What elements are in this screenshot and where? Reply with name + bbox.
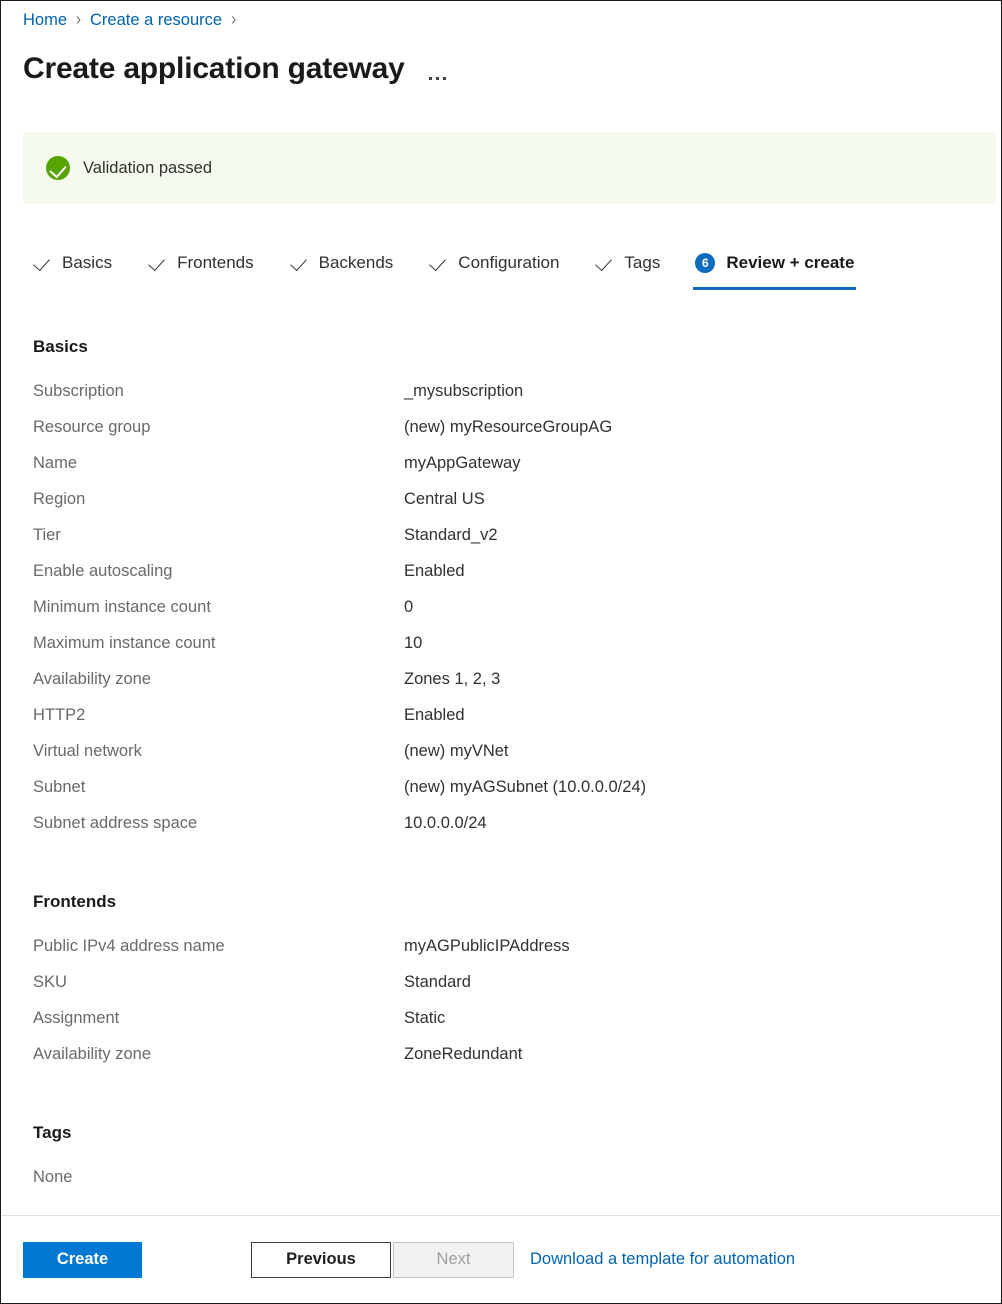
check-icon <box>594 253 614 273</box>
summary-row-minimum-instance-count: Minimum instance count 0 <box>33 596 973 632</box>
next-button: Next <box>393 1242 514 1278</box>
validation-message: Validation passed <box>83 157 212 179</box>
row-value: (new) myResourceGroupAG <box>404 416 612 438</box>
check-icon <box>428 253 448 273</box>
row-value: 10.0.0.0/24 <box>404 812 487 834</box>
summary-row-maximum-instance-count: Maximum instance count 10 <box>33 632 973 668</box>
tab-tags[interactable]: Tags <box>592 244 662 282</box>
summary-row-frontend-availability-zone: Availability zone ZoneRedundant <box>33 1043 973 1079</box>
breadcrumb-item-create-a-resource[interactable]: Create a resource <box>90 9 222 31</box>
tab-label: Configuration <box>458 251 559 275</box>
active-tab-underline <box>693 287 856 290</box>
footer-action-bar: Create Previous Next Download a template… <box>1 1216 1001 1303</box>
row-value: Static <box>404 1007 445 1029</box>
check-icon <box>147 253 167 273</box>
breadcrumb-item-home[interactable]: Home <box>23 9 67 31</box>
breadcrumb-separator-icon: › <box>231 6 236 34</box>
step-number-badge: 6 <box>695 253 715 273</box>
summary-row-enable-autoscaling: Enable autoscaling Enabled <box>33 560 973 596</box>
row-label: Name <box>33 452 404 474</box>
row-label: Subnet <box>33 776 404 798</box>
tab-label: Backends <box>319 251 394 275</box>
row-value: Zones 1, 2, 3 <box>404 668 500 690</box>
summary-row-virtual-network: Virtual network (new) myVNet <box>33 740 973 776</box>
summary-row-region: Region Central US <box>33 488 973 524</box>
tab-label: Frontends <box>177 251 254 275</box>
check-icon <box>32 253 52 273</box>
tab-review-create[interactable]: 6 Review + create <box>693 244 856 282</box>
row-label: SKU <box>33 971 404 993</box>
wizard-tabs: Basics Frontends Backends Configuration … <box>30 244 856 290</box>
check-icon <box>289 253 309 273</box>
page-title: Create application gateway <box>23 49 405 89</box>
row-label: Availability zone <box>33 668 404 690</box>
tab-label: Review + create <box>726 251 854 275</box>
row-value: myAppGateway <box>404 452 520 474</box>
summary-row-assignment: Assignment Static <box>33 1007 973 1043</box>
summary-row-subscription: Subscription _mysubscription <box>33 380 973 416</box>
row-label: Resource group <box>33 416 404 438</box>
section-heading: Tags <box>33 1121 973 1145</box>
title-row: Create application gateway <box>23 49 446 89</box>
row-label: Tier <box>33 524 404 546</box>
summary-row-subnet: Subnet (new) myAGSubnet (10.0.0.0/24) <box>33 776 973 812</box>
breadcrumb: Home › Create a resource › <box>23 9 236 31</box>
row-label: Subnet address space <box>33 812 404 834</box>
tags-empty-text: None <box>33 1166 973 1188</box>
row-value: Standard_v2 <box>404 524 498 546</box>
ellipsis-menu-icon[interactable] <box>429 52 446 86</box>
breadcrumb-separator-icon: › <box>76 6 81 34</box>
row-value: Enabled <box>404 704 465 726</box>
summary-row-tier: Tier Standard_v2 <box>33 524 973 560</box>
section-heading: Frontends <box>33 890 973 914</box>
row-value: Central US <box>404 488 485 510</box>
row-label: Virtual network <box>33 740 404 762</box>
download-template-link[interactable]: Download a template for automation <box>530 1250 795 1269</box>
section-tags: Tags None <box>33 1121 973 1188</box>
create-application-gateway-page: Home › Create a resource › Create applic… <box>0 0 1002 1304</box>
row-value: ZoneRedundant <box>404 1043 522 1065</box>
row-label: Subscription <box>33 380 404 402</box>
row-label: Public IPv4 address name <box>33 935 404 957</box>
summary-row-subnet-address-space: Subnet address space 10.0.0.0/24 <box>33 812 973 848</box>
summary-row-availability-zone: Availability zone Zones 1, 2, 3 <box>33 668 973 704</box>
tab-label: Basics <box>62 251 112 275</box>
create-button[interactable]: Create <box>23 1242 142 1278</box>
section-spacer <box>33 848 973 890</box>
summary-row-resource-group: Resource group (new) myResourceGroupAG <box>33 416 973 452</box>
row-label: HTTP2 <box>33 704 404 726</box>
row-label: Region <box>33 488 404 510</box>
row-value: Standard <box>404 971 471 993</box>
check-circle-icon <box>46 156 70 180</box>
tab-label: Tags <box>624 251 660 275</box>
review-summary: Basics Subscription _mysubscription Reso… <box>33 335 973 1188</box>
previous-button[interactable]: Previous <box>251 1242 391 1278</box>
tab-backends[interactable]: Backends <box>287 244 396 282</box>
tab-frontends[interactable]: Frontends <box>145 244 256 282</box>
row-value: _mysubscription <box>404 380 523 402</box>
section-frontends: Frontends Public IPv4 address name myAGP… <box>33 890 973 1079</box>
row-label: Enable autoscaling <box>33 560 404 582</box>
section-heading: Basics <box>33 335 973 359</box>
row-value: (new) myAGSubnet (10.0.0.0/24) <box>404 776 646 798</box>
summary-row-http2: HTTP2 Enabled <box>33 704 973 740</box>
validation-banner: Validation passed <box>23 132 996 204</box>
row-label: Assignment <box>33 1007 404 1029</box>
row-value: 10 <box>404 632 422 654</box>
row-value: myAGPublicIPAddress <box>404 935 570 957</box>
row-label: Maximum instance count <box>33 632 404 654</box>
tab-configuration[interactable]: Configuration <box>426 244 561 282</box>
row-value: Enabled <box>404 560 465 582</box>
tab-basics[interactable]: Basics <box>30 244 114 282</box>
section-basics: Basics Subscription _mysubscription Reso… <box>33 335 973 848</box>
row-value: (new) myVNet <box>404 740 509 762</box>
summary-row-name: Name myAppGateway <box>33 452 973 488</box>
row-value: 0 <box>404 596 413 618</box>
summary-row-public-ipv4-address-name: Public IPv4 address name myAGPublicIPAdd… <box>33 935 973 971</box>
row-label: Availability zone <box>33 1043 404 1065</box>
section-spacer <box>33 1079 973 1121</box>
row-label: Minimum instance count <box>33 596 404 618</box>
summary-row-sku: SKU Standard <box>33 971 973 1007</box>
